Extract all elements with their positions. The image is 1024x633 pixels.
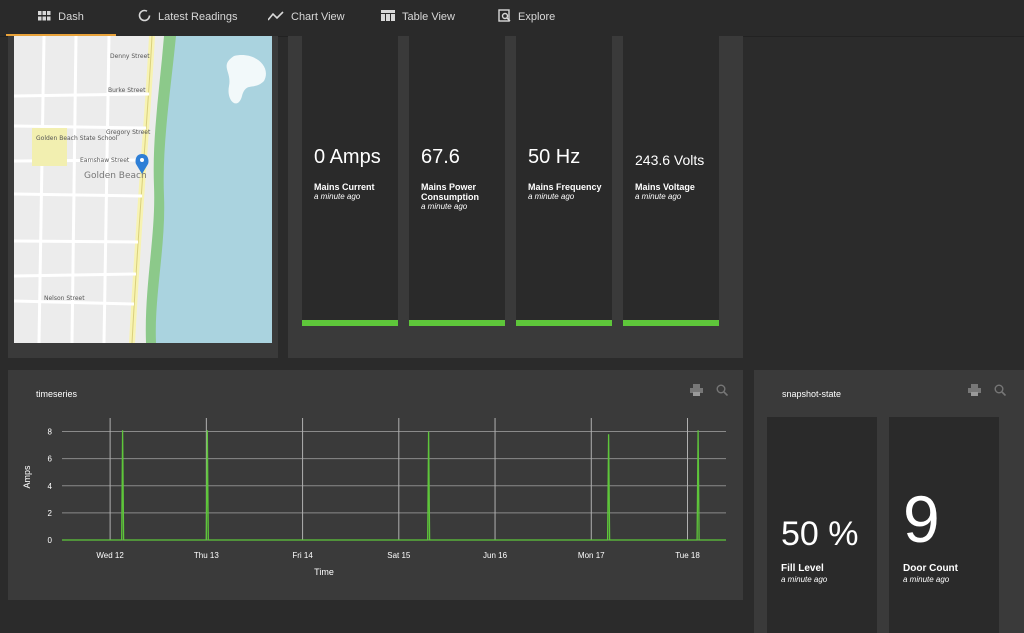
tab-latest-readings[interactable]: Latest Readings bbox=[138, 0, 238, 34]
y-tick-label: 2 bbox=[48, 509, 53, 518]
zoom-icon[interactable] bbox=[994, 384, 1006, 399]
y-tick-label: 0 bbox=[48, 536, 53, 545]
tab-dash[interactable]: Dash bbox=[6, 0, 116, 36]
metric-label: Mains Frequency a minute ago bbox=[528, 182, 612, 202]
x-axis-label: Time bbox=[314, 567, 334, 577]
panel-title: timeseries bbox=[36, 389, 78, 399]
metric-card-mains-current: 0 Amps Mains Current a minute ago bbox=[302, 36, 398, 326]
status-bar bbox=[302, 320, 398, 326]
tab-explore[interactable]: Explore bbox=[498, 0, 555, 34]
x-tick-label: Jun 16 bbox=[483, 551, 508, 560]
status-bar bbox=[409, 320, 505, 326]
y-axis-label: Amps bbox=[22, 465, 32, 489]
metric-label: Mains Current a minute ago bbox=[314, 182, 398, 202]
zoom-icon[interactable] bbox=[716, 384, 728, 399]
tab-label: Dash bbox=[58, 11, 84, 23]
y-tick-label: 6 bbox=[48, 455, 53, 464]
line-chart-icon bbox=[267, 10, 284, 24]
metric-value: 50 Hz bbox=[528, 146, 581, 168]
tab-label: Explore bbox=[518, 11, 556, 23]
metric-value: 67.6 bbox=[421, 146, 460, 168]
status-bar bbox=[623, 320, 719, 326]
map-label-nelson: Nelson Street bbox=[44, 295, 85, 302]
map-label-golden-beach: Golden Beach bbox=[84, 171, 147, 181]
tab-label: Latest Readings bbox=[158, 11, 238, 23]
metric-card-mains-power: 67.6 Mains Power Consumption a minute ago bbox=[409, 36, 505, 326]
metric-label: Mains Power Consumption a minute ago bbox=[421, 182, 505, 212]
x-tick-label: Thu 13 bbox=[194, 551, 219, 560]
print-icon[interactable] bbox=[690, 384, 703, 399]
metric-timestamp: a minute ago bbox=[528, 192, 575, 201]
y-tick-label: 8 bbox=[48, 428, 53, 437]
x-tick-label: Fri 14 bbox=[292, 551, 313, 560]
x-tick-label: Tue 18 bbox=[675, 551, 700, 560]
panel-actions bbox=[968, 384, 1006, 399]
map-label-burke: Burke Street bbox=[108, 87, 146, 94]
x-tick-label: Mon 17 bbox=[578, 551, 605, 560]
top-navigation: Dash Latest Readings Chart View Table Vi… bbox=[0, 0, 1024, 37]
tab-chart-view[interactable]: Chart View bbox=[267, 0, 345, 34]
metric-card-mains-voltage: 243.6 Volts Mains Voltage a minute ago bbox=[623, 36, 719, 326]
map-label-denny: Denny Street bbox=[110, 53, 150, 60]
print-icon[interactable] bbox=[968, 384, 981, 399]
series-line bbox=[62, 430, 726, 541]
map-canvas: Denny Street Burke Street Gregory Street… bbox=[14, 36, 272, 343]
panel-actions bbox=[690, 384, 728, 399]
map-label-earnshaw: Earnshaw Street bbox=[80, 157, 130, 164]
snapshot-label: Fill Level a minute ago bbox=[781, 563, 828, 584]
metric-value: 0 Amps bbox=[314, 146, 381, 168]
snapshot-value: 50 % bbox=[781, 515, 859, 553]
timeseries-chart[interactable]: 0 2 4 6 8 Wed 12 Thu 13 Fri 14 Sat 15 Jun 16 Mon 1… bbox=[8, 400, 743, 590]
snapshot-timestamp: a minute ago bbox=[903, 575, 950, 584]
tab-table-view[interactable]: Table View bbox=[381, 0, 455, 34]
x-tick-label: Wed 12 bbox=[96, 551, 124, 560]
metric-card-mains-frequency: 50 Hz Mains Frequency a minute ago bbox=[516, 36, 612, 326]
grid-icon bbox=[38, 10, 51, 24]
panel-title: snapshot-state bbox=[782, 389, 842, 399]
snapshot-label: Door Count a minute ago bbox=[903, 563, 958, 584]
metric-value: 243.6 Volts bbox=[635, 152, 705, 168]
status-bar bbox=[516, 320, 612, 326]
y-tick-label: 4 bbox=[48, 482, 53, 491]
snapshot-value: 9 bbox=[903, 482, 940, 556]
metric-timestamp: a minute ago bbox=[635, 192, 682, 201]
tab-label: Table View bbox=[402, 11, 455, 23]
metric-timestamp: a minute ago bbox=[421, 202, 468, 211]
snapshot-card-fill-level: 50 % Fill Level a minute ago bbox=[767, 417, 877, 633]
map-label-school: Golden Beach State School bbox=[36, 135, 118, 142]
metric-label: Mains Voltage a minute ago bbox=[635, 182, 719, 202]
x-tick-label: Sat 15 bbox=[387, 551, 411, 560]
tab-label: Chart View bbox=[291, 11, 345, 23]
map-view[interactable]: Denny Street Burke Street Gregory Street… bbox=[14, 36, 272, 343]
snapshot-card-door-count: 9 Door Count a minute ago bbox=[889, 417, 999, 633]
metric-timestamp: a minute ago bbox=[314, 192, 361, 201]
snapshot-timestamp: a minute ago bbox=[781, 575, 828, 584]
explore-icon bbox=[498, 9, 511, 25]
table-icon bbox=[381, 10, 395, 24]
refresh-icon bbox=[138, 9, 151, 25]
